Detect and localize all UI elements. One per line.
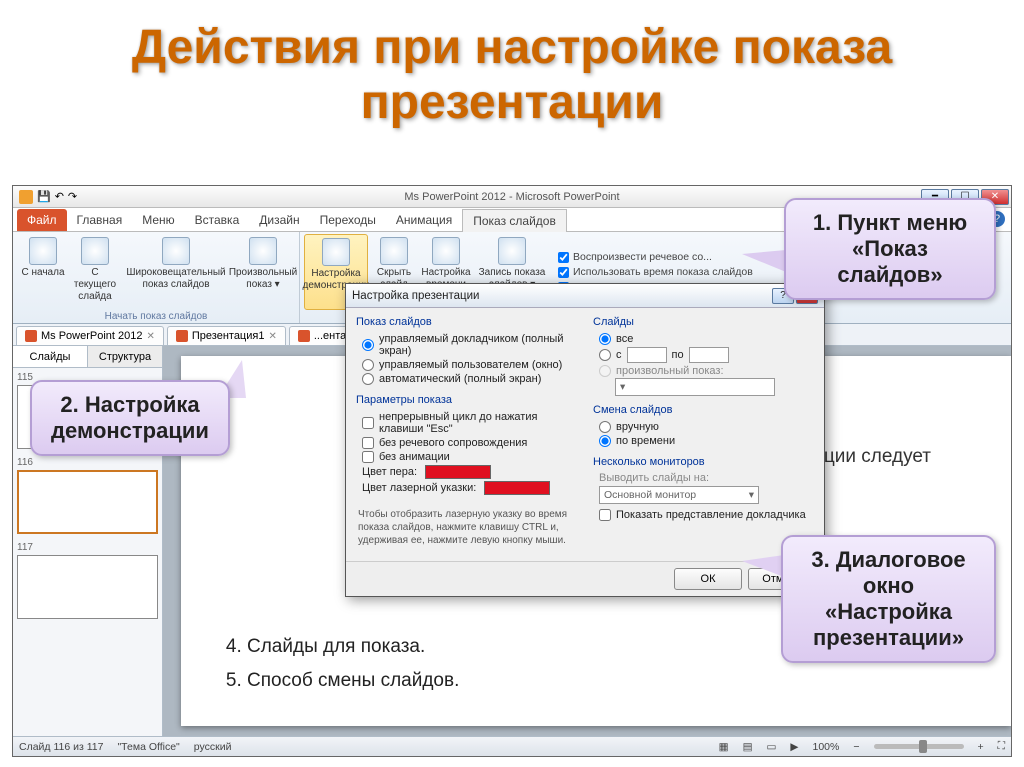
chk-no-narration[interactable]: без речевого сопровождения [356, 436, 577, 450]
custom-show-button[interactable]: Произвольный показ ▾ [231, 234, 295, 310]
doc-tab-2[interactable]: Презентация1✕ [167, 326, 286, 345]
doc-tab-1[interactable]: Ms PowerPoint 2012✕ [16, 326, 164, 345]
radio-advance-manual[interactable]: вручную [593, 420, 814, 434]
chk-loop-esc[interactable]: непрерывный цикл до нажатия клавиши "Esc… [356, 410, 577, 436]
page-heading: Действия при настройке показа презентаци… [0, 0, 1024, 140]
callout-tail [742, 250, 786, 272]
play-from-current-icon [81, 237, 109, 265]
setup-presentation-dialog: Настройка презентации ? ✕ Показ слайдов … [345, 283, 825, 597]
dialog-titlebar: Настройка презентации ? ✕ [346, 284, 824, 308]
hide-slide-icon [380, 237, 408, 265]
zoom-slider[interactable] [874, 744, 964, 749]
laser-color-picker[interactable] [484, 481, 550, 495]
callout-3: 3. Диалоговое окно «Настройка презентаци… [781, 535, 996, 663]
zoom-in-button[interactable]: + [978, 741, 984, 753]
fieldset-slides: Слайды [593, 316, 814, 328]
chk-no-animation[interactable]: без анимации [356, 450, 577, 464]
radio-user-window[interactable]: управляемый пользователем (окно) [356, 358, 577, 372]
laser-color-label: Цвет лазерной указки: [362, 482, 476, 494]
view-slideshow-icon[interactable]: ▶ [790, 741, 798, 753]
tab-slides[interactable]: Слайды [13, 346, 88, 367]
powerpoint-icon [176, 330, 188, 342]
slide-thumb-116[interactable]: 116 [17, 457, 158, 534]
powerpoint-icon [298, 330, 310, 342]
close-icon[interactable]: ✕ [268, 331, 276, 342]
monitor-label: Выводить слайды на: [593, 472, 814, 484]
slides-to-input[interactable] [689, 347, 729, 363]
fit-to-window-icon[interactable]: ⛶ [998, 740, 1005, 753]
close-icon[interactable]: ✕ [147, 331, 155, 342]
tab-file[interactable]: Файл [17, 209, 67, 231]
view-sorter-icon[interactable]: ▤ [743, 741, 753, 753]
radio-slides-all[interactable]: все [593, 332, 814, 346]
record-icon [498, 237, 526, 265]
view-normal-icon[interactable]: ▦ [719, 741, 729, 753]
slide-thumb-117[interactable]: 117 [17, 542, 158, 619]
zoom-percent[interactable]: 100% [813, 741, 840, 753]
pen-color-label: Цвет пера: [362, 466, 417, 478]
status-slide-count: Слайд 116 из 117 [19, 741, 103, 753]
status-language[interactable]: русский [194, 741, 232, 753]
fieldset-monitors: Несколько мониторов [593, 456, 814, 468]
broadcast-button[interactable]: Широковещательный показ слайдов [121, 234, 231, 310]
powerpoint-icon [25, 330, 37, 342]
setup-icon [322, 238, 350, 266]
tab-home[interactable]: Главная [67, 209, 133, 231]
callout-1: 1. Пункт меню «Показ слайдов» [784, 198, 996, 300]
chk-presenter-view[interactable]: Показать представление докладчика [593, 508, 814, 522]
fieldset-show-options: Параметры показа [356, 394, 577, 406]
custom-show-icon [249, 237, 277, 265]
from-current-button[interactable]: С текущего слайда [69, 234, 121, 310]
status-theme: "Тема Office" [117, 741, 179, 753]
broadcast-icon [162, 237, 190, 265]
radio-slides-range[interactable]: с по [593, 346, 814, 364]
timer-icon [432, 237, 460, 265]
play-from-start-icon [29, 237, 57, 265]
tab-slideshow[interactable]: Показ слайдов [462, 209, 567, 232]
tab-outline[interactable]: Структура [88, 346, 162, 367]
monitor-combo[interactable]: Основной монитор [599, 486, 759, 504]
pen-color-picker[interactable] [425, 465, 491, 479]
tab-design[interactable]: Дизайн [249, 209, 309, 231]
status-bar: Слайд 116 из 117 "Тема Office" русский ▦… [13, 736, 1011, 756]
fieldset-show-type: Показ слайдов [356, 316, 577, 328]
tab-menu[interactable]: Меню [132, 209, 184, 231]
radio-presenter-fullscreen[interactable]: управляемый докладчиком (полный экран) [356, 332, 577, 358]
fieldset-advance: Смена слайдов [593, 404, 814, 416]
dialog-title-text: Настройка презентации [352, 290, 479, 302]
radio-advance-timings[interactable]: по времени [593, 434, 814, 448]
radio-kiosk[interactable]: автоматический (полный экран) [356, 372, 577, 386]
view-reading-icon[interactable]: ▭ [767, 741, 777, 753]
ribbon-group-start-label: Начать показ слайдов [17, 310, 295, 323]
custom-show-combo [615, 378, 775, 396]
tab-animations[interactable]: Анимация [386, 209, 462, 231]
slides-from-input[interactable] [627, 347, 667, 363]
callout-tail [742, 555, 784, 577]
callout-2: 2. Настройка демонстрации [30, 380, 230, 456]
tab-transitions[interactable]: Переходы [310, 209, 386, 231]
ok-button[interactable]: ОК [674, 568, 742, 590]
slide-list-item: Способ смены слайдов. [247, 664, 971, 698]
tab-insert[interactable]: Вставка [185, 209, 250, 231]
radio-slides-custom: произвольный показ: [593, 364, 814, 378]
zoom-out-button[interactable]: − [853, 741, 859, 753]
from-start-button[interactable]: С начала [17, 234, 69, 310]
dialog-hint-text: Чтобы отобразить лазерную указку во врем… [356, 504, 577, 555]
